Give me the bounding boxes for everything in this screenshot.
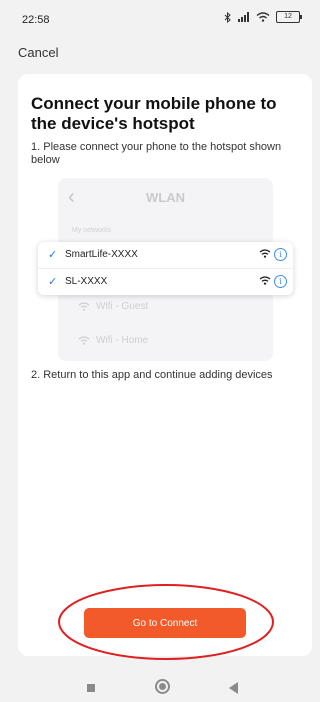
wlan-title: WLAN: [146, 190, 185, 205]
wifi-icon: [78, 302, 90, 311]
system-nav-bar: [0, 676, 318, 702]
network-name: Wifi - Guest: [96, 301, 149, 312]
annotation-ellipse: [58, 584, 274, 660]
battery-icon: 12: [276, 11, 302, 23]
list-item: Wifi - Guest: [78, 301, 148, 312]
page-title: Connect your mobile phone to the device'…: [31, 94, 277, 133]
cancel-button[interactable]: Cancel: [18, 45, 58, 60]
status-bar: 22:58 12: [0, 0, 318, 30]
bluetooth-icon: [224, 11, 231, 23]
my-networks-label: My networks: [72, 227, 112, 234]
info-icon: i: [274, 248, 287, 261]
network-name: Wifi - Home: [96, 335, 149, 346]
status-time: 22:58: [22, 14, 50, 26]
step-1-text: 1. Please connect your phone to the hots…: [31, 141, 282, 166]
network-row: ✓ SL-XXXX i: [38, 269, 293, 295]
info-icon: i: [274, 275, 287, 288]
network-row: ✓ SmartLife-XXXX i: [38, 242, 293, 269]
battery-level: 12: [284, 13, 292, 20]
network-name: SmartLife-XXXX: [65, 249, 138, 260]
highlighted-networks: ✓ SmartLife-XXXX i ✓ SL-XXXX i: [38, 242, 293, 295]
status-icons: 12: [224, 11, 302, 23]
wlan-header: ‹ WLAN: [58, 178, 273, 216]
wifi-status-icon: [256, 12, 270, 22]
home-icon[interactable]: [155, 679, 170, 694]
step-2-text: 2. Return to this app and continue addin…: [31, 369, 273, 381]
list-item: Wifi - Home: [78, 335, 148, 346]
wifi-icon: [259, 276, 271, 285]
wifi-icon: [259, 249, 271, 258]
recents-icon[interactable]: [87, 684, 95, 692]
check-icon: ✓: [48, 276, 58, 288]
network-name: SL-XXXX: [65, 276, 108, 287]
wifi-icon: [78, 336, 90, 345]
instruction-card: Connect your mobile phone to the device'…: [18, 74, 312, 656]
cellular-signal-icon: [238, 12, 249, 22]
check-icon: ✓: [48, 249, 58, 261]
back-icon[interactable]: [229, 682, 238, 694]
